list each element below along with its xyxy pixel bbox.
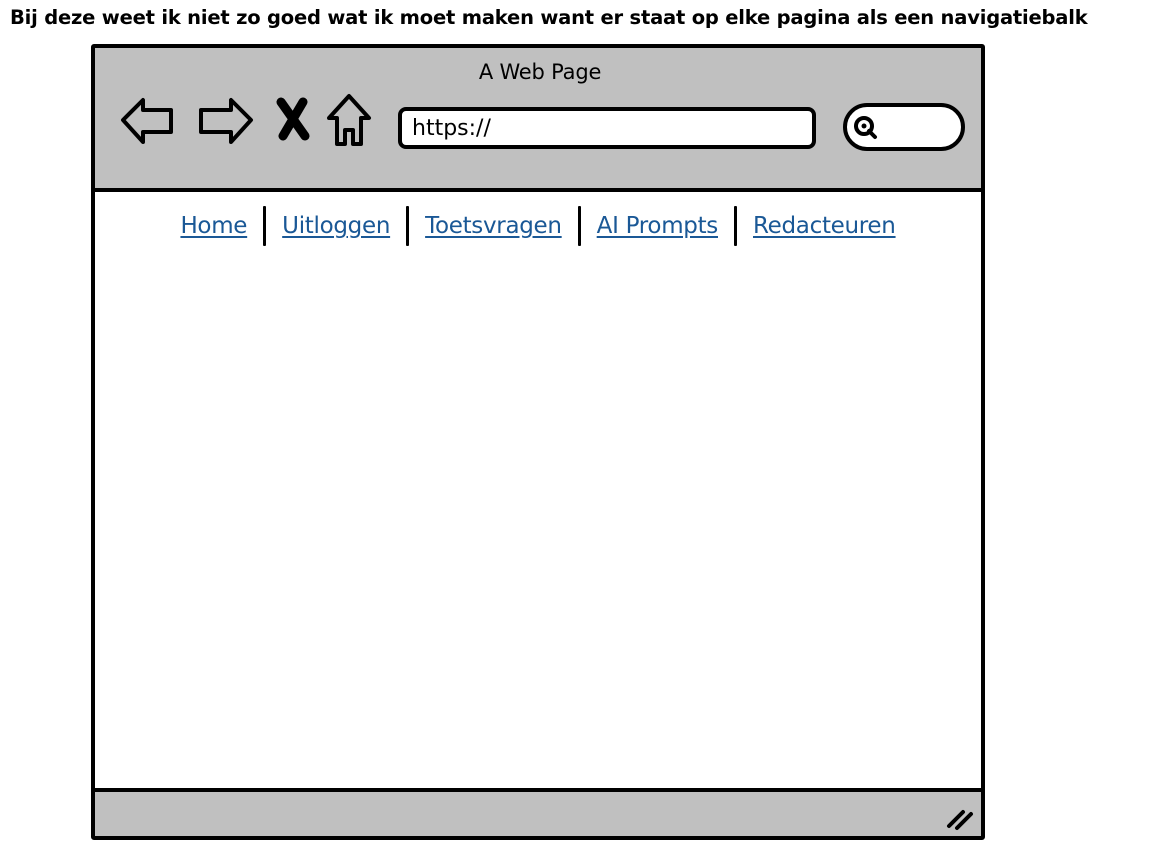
- browser-window: A Web Page Home Uitloggen: [91, 44, 985, 840]
- search-icon: [854, 116, 877, 139]
- address-bar-input[interactable]: [398, 107, 816, 149]
- resize-grip-icon[interactable]: [943, 804, 975, 832]
- browser-statusbar: [95, 788, 981, 836]
- close-icon[interactable]: [275, 92, 311, 148]
- site-navbar: Home Uitloggen Toetsvragen AI Prompts Re…: [95, 206, 981, 246]
- home-icon[interactable]: [325, 92, 373, 148]
- nav-link-uitloggen[interactable]: Uitloggen: [282, 213, 390, 239]
- back-icon[interactable]: [119, 92, 177, 148]
- nav-link-home[interactable]: Home: [180, 213, 247, 239]
- page-caption: Bij deze weet ik niet zo goed wat ik moe…: [10, 6, 1088, 29]
- nav-link-ai-prompts[interactable]: AI Prompts: [597, 213, 719, 239]
- page-content: Home Uitloggen Toetsvragen AI Prompts Re…: [95, 192, 981, 788]
- browser-titlebar: A Web Page: [95, 48, 981, 192]
- nav-link-toetsvragen[interactable]: Toetsvragen: [425, 213, 562, 239]
- nav-separator: [263, 206, 267, 246]
- nav-separator: [406, 206, 410, 246]
- nav-link-redacteuren[interactable]: Redacteuren: [753, 213, 896, 239]
- nav-separator: [577, 206, 581, 246]
- forward-icon[interactable]: [195, 92, 255, 148]
- nav-separator: [734, 206, 737, 246]
- window-title: A Web Page: [478, 60, 602, 84]
- search-box[interactable]: [843, 103, 965, 151]
